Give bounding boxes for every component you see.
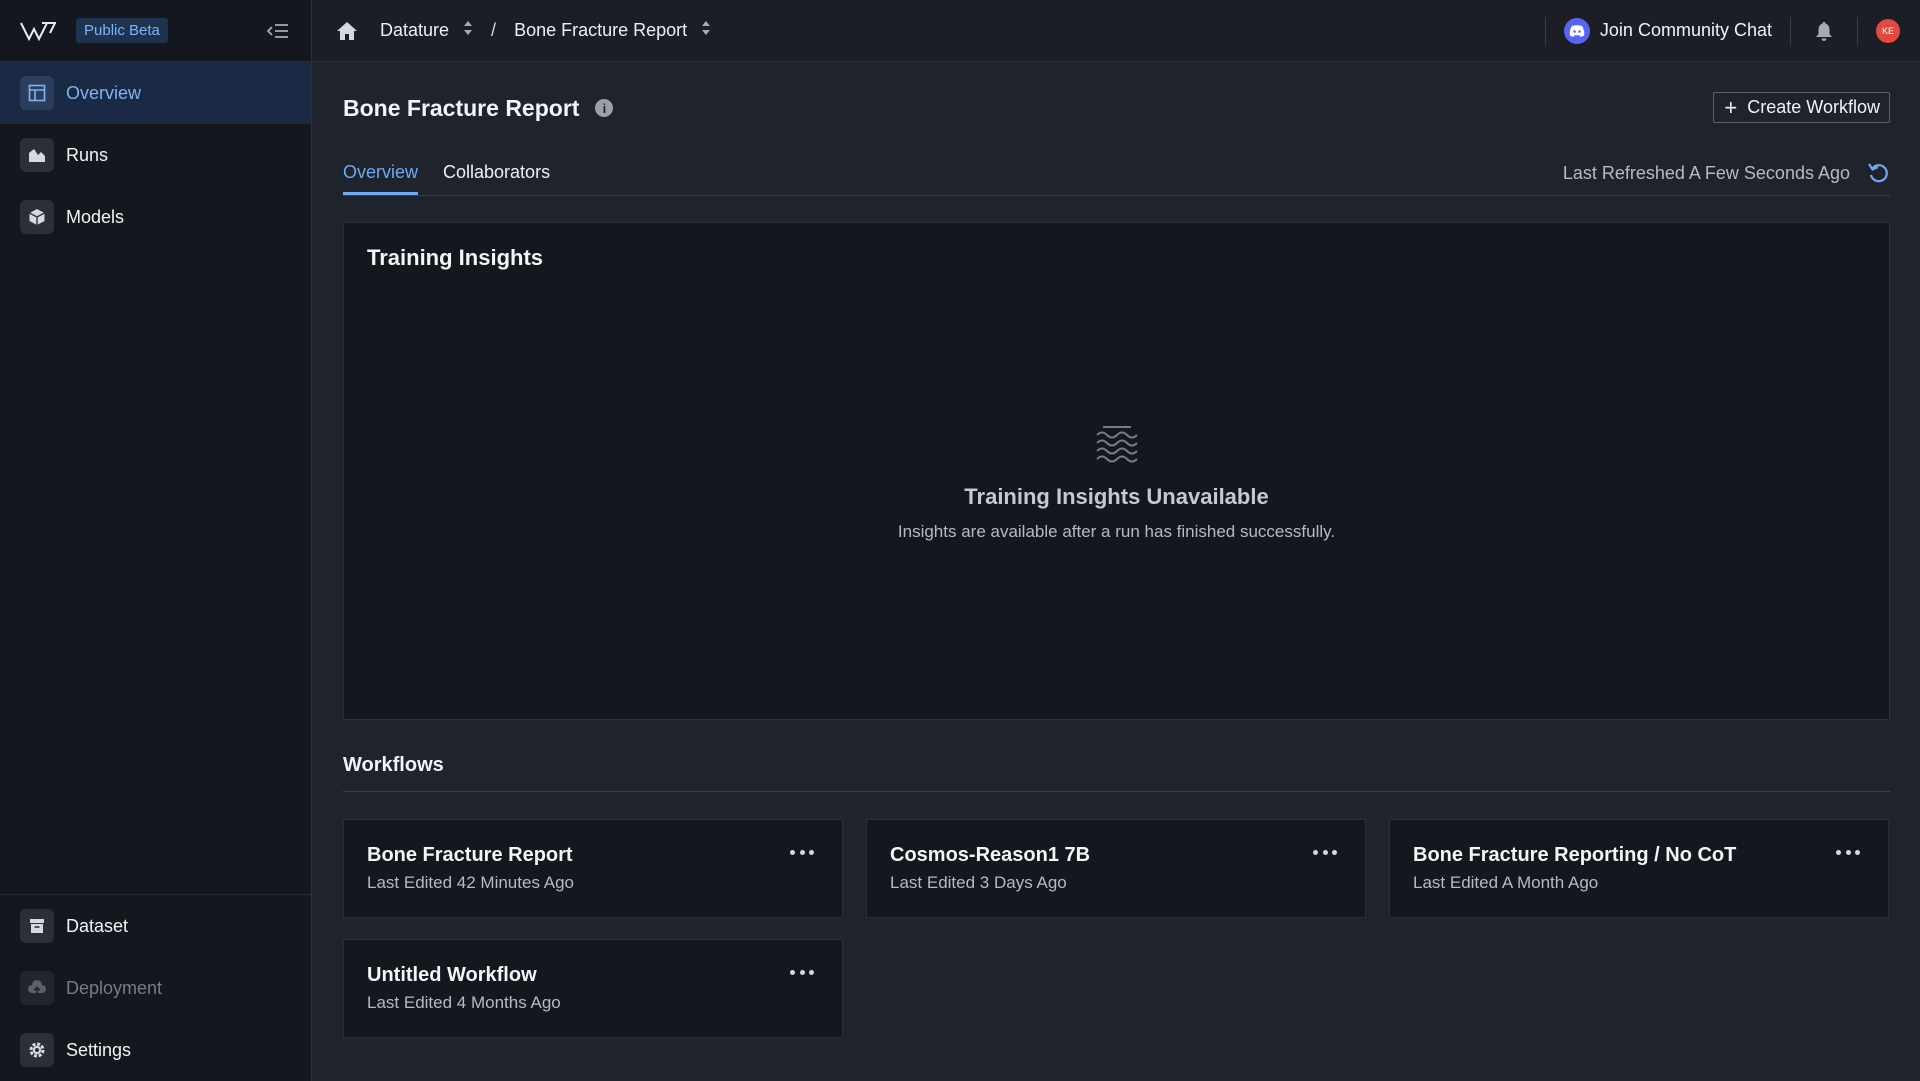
collapse-sidebar-icon[interactable] (265, 18, 291, 44)
create-workflow-label: Create Workflow (1747, 97, 1880, 117)
topbar: Datature / Bone Fracture Report Join Com… (312, 0, 1920, 62)
create-workflow-button[interactable]: + Create Workflow (1713, 92, 1890, 123)
nav-deployment[interactable]: Deployment (0, 957, 311, 1019)
nav-dataset-label: Dataset (66, 915, 129, 936)
more-options-icon[interactable] (1313, 846, 1337, 858)
avatar[interactable]: KE (1876, 18, 1900, 43)
public-beta-badge: Public Beta (76, 18, 168, 43)
cloud-upload-icon (20, 971, 54, 1005)
join-community-chat-label: Join Community Chat (1599, 20, 1772, 40)
nav-runs-label: Runs (66, 144, 109, 165)
workflow-list: Bone Fracture Report Last Edited 42 Minu… (343, 819, 1890, 1038)
nav-models[interactable]: Models (0, 186, 311, 248)
page-header: Bone Fracture Report i + Create Workflow (343, 62, 1890, 154)
more-options-icon[interactable] (790, 846, 814, 858)
breadcrumb-workspace[interactable]: Datature (380, 20, 473, 41)
last-refreshed-text: Last Refreshed A Few Seconds Ago (1562, 162, 1850, 183)
chart-area-icon (20, 138, 54, 172)
tabs: Overview Collaborators Last Refreshed A … (343, 154, 1890, 196)
divider (1790, 16, 1791, 45)
nav-dataset[interactable]: Dataset (0, 895, 311, 957)
workflows-title: Workflows (343, 754, 1890, 792)
workflow-card[interactable]: Bone Fracture Report Last Edited 42 Minu… (343, 819, 843, 918)
breadcrumb-workspace-label: Datature (380, 20, 450, 40)
nav-settings-label: Settings (66, 1039, 132, 1060)
more-options-icon[interactable] (790, 966, 814, 978)
workflow-name: Bone Fracture Reporting / No CoT (1413, 844, 1737, 866)
workflow-name: Untitled Workflow (367, 964, 537, 986)
nav-overview-label: Overview (66, 82, 142, 103)
sidebar-header: Public Beta (0, 0, 311, 62)
breadcrumb-project[interactable]: Bone Fracture Report (514, 20, 711, 41)
nav-deployment-label: Deployment (66, 977, 163, 998)
training-insights-panel: Training Insights Training Insights Unav… (343, 222, 1890, 720)
nav-models-label: Models (66, 206, 125, 227)
workflow-last-edited: Last Edited 3 Days Ago (890, 873, 1067, 892)
empty-state-subtitle: Insights are available after a run has f… (897, 522, 1336, 541)
nav-overview[interactable]: Overview (0, 62, 311, 124)
waves-icon (1095, 425, 1139, 463)
workflow-name: Bone Fracture Report (367, 844, 573, 866)
layout-icon (20, 76, 54, 110)
breadcrumb-separator: / (491, 20, 497, 40)
bell-icon[interactable] (1809, 16, 1839, 46)
workflow-card[interactable]: Bone Fracture Reporting / No CoT Last Ed… (1389, 819, 1889, 918)
join-community-chat-button[interactable]: Join Community Chat (1546, 17, 1790, 44)
tab-overview[interactable]: Overview (343, 162, 419, 195)
workflow-card[interactable]: Cosmos-Reason1 7B Last Edited 3 Days Ago (866, 819, 1366, 918)
plus-icon: + (1724, 94, 1738, 120)
nav-settings[interactable]: Settings (0, 1019, 311, 1081)
workflow-last-edited: Last Edited A Month Ago (1413, 873, 1599, 892)
datature-logo[interactable] (20, 20, 56, 42)
training-insights-title: Training Insights (367, 245, 544, 270)
discord-icon (1563, 17, 1590, 44)
info-icon[interactable]: i (595, 99, 614, 117)
refresh-icon[interactable] (1866, 161, 1890, 185)
topbar-actions: Join Community Chat KE (1544, 0, 1920, 61)
archive-icon (20, 909, 54, 943)
refresh-status: Last Refreshed A Few Seconds Ago (1563, 154, 1890, 192)
divider (1857, 16, 1858, 45)
breadcrumb-project-label: Bone Fracture Report (514, 20, 688, 40)
workflow-last-edited: Last Edited 42 Minutes Ago (367, 873, 574, 892)
home-icon[interactable] (336, 21, 358, 41)
tab-collaborators[interactable]: Collaborators (443, 162, 550, 195)
workflow-name: Cosmos-Reason1 7B (890, 844, 1091, 866)
empty-state-title: Training Insights Unavailable (964, 484, 1269, 509)
more-options-icon[interactable] (1836, 846, 1860, 858)
sort-icon (701, 20, 711, 41)
page-title: Bone Fracture Report (343, 94, 580, 121)
main-content: Bone Fracture Report i + Create Workflow… (343, 62, 1890, 1038)
gear-icon (20, 1033, 54, 1067)
cube-icon (20, 200, 54, 234)
sidebar-bottom-nav: Dataset Deployment Settings (0, 894, 311, 1081)
workflow-card[interactable]: Untitled Workflow Last Edited 4 Months A… (343, 939, 843, 1038)
empty-state: Training Insights Unavailable Insights a… (344, 425, 1889, 542)
workflow-last-edited: Last Edited 4 Months Ago (367, 993, 561, 1012)
sort-icon (463, 20, 473, 41)
nav-runs[interactable]: Runs (0, 124, 311, 186)
sidebar: Public Beta Overview Runs Models Dataset (0, 0, 312, 1081)
